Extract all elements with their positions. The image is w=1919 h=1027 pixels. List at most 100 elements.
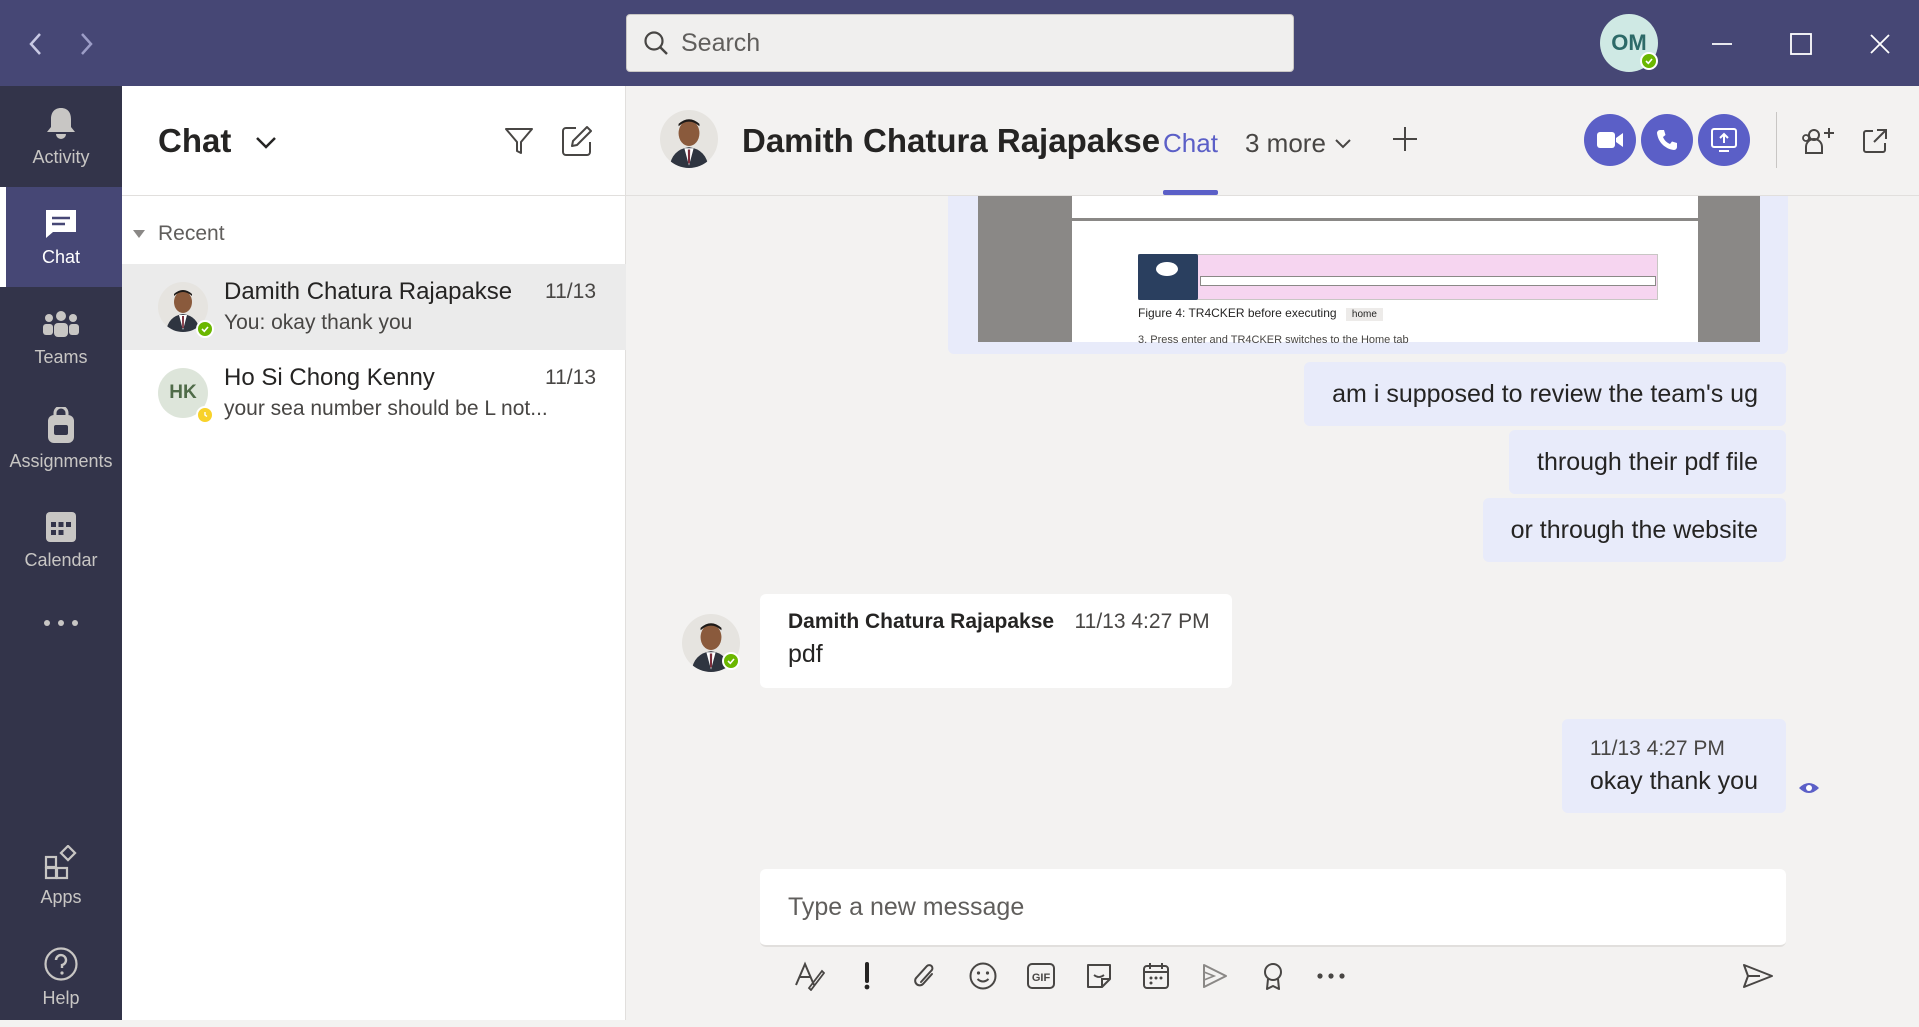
chevron-down-icon: [255, 137, 276, 150]
avatar-initials: HK: [169, 382, 197, 403]
rail-item-more[interactable]: [0, 591, 122, 661]
rail-item-calendar[interactable]: Calendar: [0, 490, 122, 590]
format-button[interactable]: [780, 954, 838, 998]
bell-icon: [47, 107, 75, 139]
add-tab-button[interactable]: [1388, 122, 1422, 156]
share-screen-button[interactable]: [1698, 114, 1750, 166]
avatar-initials: OM: [1611, 30, 1647, 55]
teams-icon: [43, 310, 79, 337]
conversation-preview: You: okay thank you: [224, 311, 413, 334]
sticker-icon: [1087, 964, 1111, 988]
gif-icon: GIF: [1027, 963, 1055, 989]
compose-toolbar: GIF: [780, 954, 1360, 998]
my-message-bubble[interactable]: am i supposed to review the team's ug: [1304, 362, 1786, 426]
my-message-bubble[interactable]: or through the website: [1482, 498, 1786, 562]
rail-item-help[interactable]: Help: [0, 927, 122, 1027]
rail-item-apps[interactable]: Apps: [0, 826, 122, 926]
gif-button[interactable]: GIF: [1012, 954, 1070, 998]
presence-available-icon: [1640, 52, 1658, 70]
badge-icon: [1264, 963, 1282, 990]
image-caption: Figure 4: TR4CKER before executing: [1138, 306, 1337, 320]
emoji-icon: [969, 962, 997, 990]
message-sender: Damith Chatura Rajapakse: [788, 610, 1055, 633]
shared-image[interactable]: Figure 4: TR4CKER before executing home …: [978, 196, 1760, 346]
phone-icon: [1657, 130, 1677, 150]
send-button[interactable]: [1738, 956, 1778, 996]
filter-button[interactable]: [498, 120, 540, 162]
message-time: 11/13 4:27 PM: [1074, 610, 1210, 633]
attach-button[interactable]: [896, 954, 954, 998]
profile-avatar[interactable]: OM: [1600, 14, 1658, 72]
pop-out-button[interactable]: [1854, 120, 1896, 162]
close-icon: [1870, 34, 1890, 54]
avatar[interactable]: [660, 110, 718, 168]
conversation-item[interactable]: Damith Chatura Rajapakse 11/13 You: okay…: [122, 264, 626, 350]
back-button[interactable]: [18, 26, 54, 62]
emoji-button[interactable]: [954, 954, 1012, 998]
conversation-name: Ho Si Chong Kenny: [224, 364, 435, 391]
tab-chat[interactable]: Chat: [1163, 128, 1218, 195]
video-camera-icon: [1597, 132, 1623, 148]
message-text: am i supposed to review the team's ug: [1332, 379, 1758, 408]
sticker-button[interactable]: [1070, 954, 1128, 998]
assignments-icon: [48, 406, 74, 443]
send-icon: [1743, 964, 1773, 988]
filter-icon: [505, 128, 533, 154]
conversation-date: 11/13: [545, 280, 596, 303]
rail-item-assignments[interactable]: Assignments: [0, 389, 122, 489]
audio-call-button[interactable]: [1641, 114, 1693, 166]
rail-item-chat[interactable]: Chat: [0, 187, 122, 287]
conversation-header: Damith Chatura Rajapakse Chat 3 more: [626, 86, 1919, 196]
chat-icon: [46, 209, 76, 238]
tab-more-label: 3 more: [1245, 128, 1326, 158]
document-page: Figure 4: TR4CKER before executing home …: [1072, 196, 1698, 346]
schedule-meeting-button[interactable]: [1128, 954, 1186, 998]
message-list[interactable]: Figure 4: TR4CKER before executing home …: [626, 196, 1919, 860]
rail-item-teams[interactable]: Teams: [0, 288, 122, 388]
my-message-bubble[interactable]: through their pdf file: [1509, 430, 1786, 494]
rail-item-label: Help: [42, 987, 80, 1008]
my-message-bubble[interactable]: 11/13 4:27 PM okay thank you: [1561, 719, 1786, 813]
minimize-icon: [1712, 43, 1732, 45]
add-people-button[interactable]: [1798, 120, 1840, 162]
help-icon: [44, 946, 78, 981]
conversation-date: 11/13: [545, 366, 596, 389]
tab-more-dropdown[interactable]: 3 more: [1245, 128, 1352, 159]
priority-button[interactable]: [838, 954, 896, 998]
more-options-button[interactable]: [1302, 954, 1360, 998]
search-box[interactable]: [626, 14, 1294, 72]
exclamation-icon: [864, 962, 870, 990]
video-call-button[interactable]: [1584, 114, 1636, 166]
caret-down-icon: [133, 230, 145, 238]
svg-text:GIF: GIF: [1032, 972, 1051, 984]
message-text: okay thank you: [1589, 766, 1758, 795]
maximize-button[interactable]: [1779, 22, 1823, 66]
compose-box[interactable]: [760, 869, 1786, 947]
rail-item-activity[interactable]: Activity: [0, 86, 122, 186]
minimize-button[interactable]: [1700, 22, 1744, 66]
more-icon: [1317, 973, 1345, 979]
chevron-left-icon: [29, 33, 41, 55]
chat-list-pane: Chat Recent Damith Chatura Rajapakse 11/…: [122, 86, 626, 1020]
share-screen-icon: [1711, 128, 1737, 152]
conversation-title: Damith Chatura Rajapakse: [742, 122, 1161, 159]
divider: [1776, 112, 1777, 168]
stream-button[interactable]: [1186, 954, 1244, 998]
pop-out-icon: [1863, 129, 1887, 153]
rail-item-label: Teams: [34, 346, 88, 367]
chat-list-title-dropdown[interactable]: Chat: [158, 122, 277, 160]
paperclip-icon: [914, 964, 934, 987]
new-chat-button[interactable]: [556, 120, 598, 162]
chevron-right-icon: [81, 33, 93, 55]
recent-section-toggle[interactable]: Recent: [132, 222, 225, 246]
forward-button[interactable]: [68, 26, 104, 62]
message-input[interactable]: [788, 892, 1748, 922]
presence-available-icon: [196, 320, 214, 338]
close-button[interactable]: [1858, 22, 1902, 66]
conversation-item[interactable]: HK Ho Si Chong Kenny 11/13 your sea numb…: [122, 350, 626, 436]
shared-image-message[interactable]: Figure 4: TR4CKER before executing home …: [948, 196, 1788, 354]
search-input[interactable]: [681, 28, 1281, 58]
praise-button[interactable]: [1244, 954, 1302, 998]
chat-list-title: Chat: [158, 122, 232, 159]
received-message-bubble[interactable]: Damith Chatura Rajapakse 11/13 4:27 PM p…: [760, 594, 1232, 688]
